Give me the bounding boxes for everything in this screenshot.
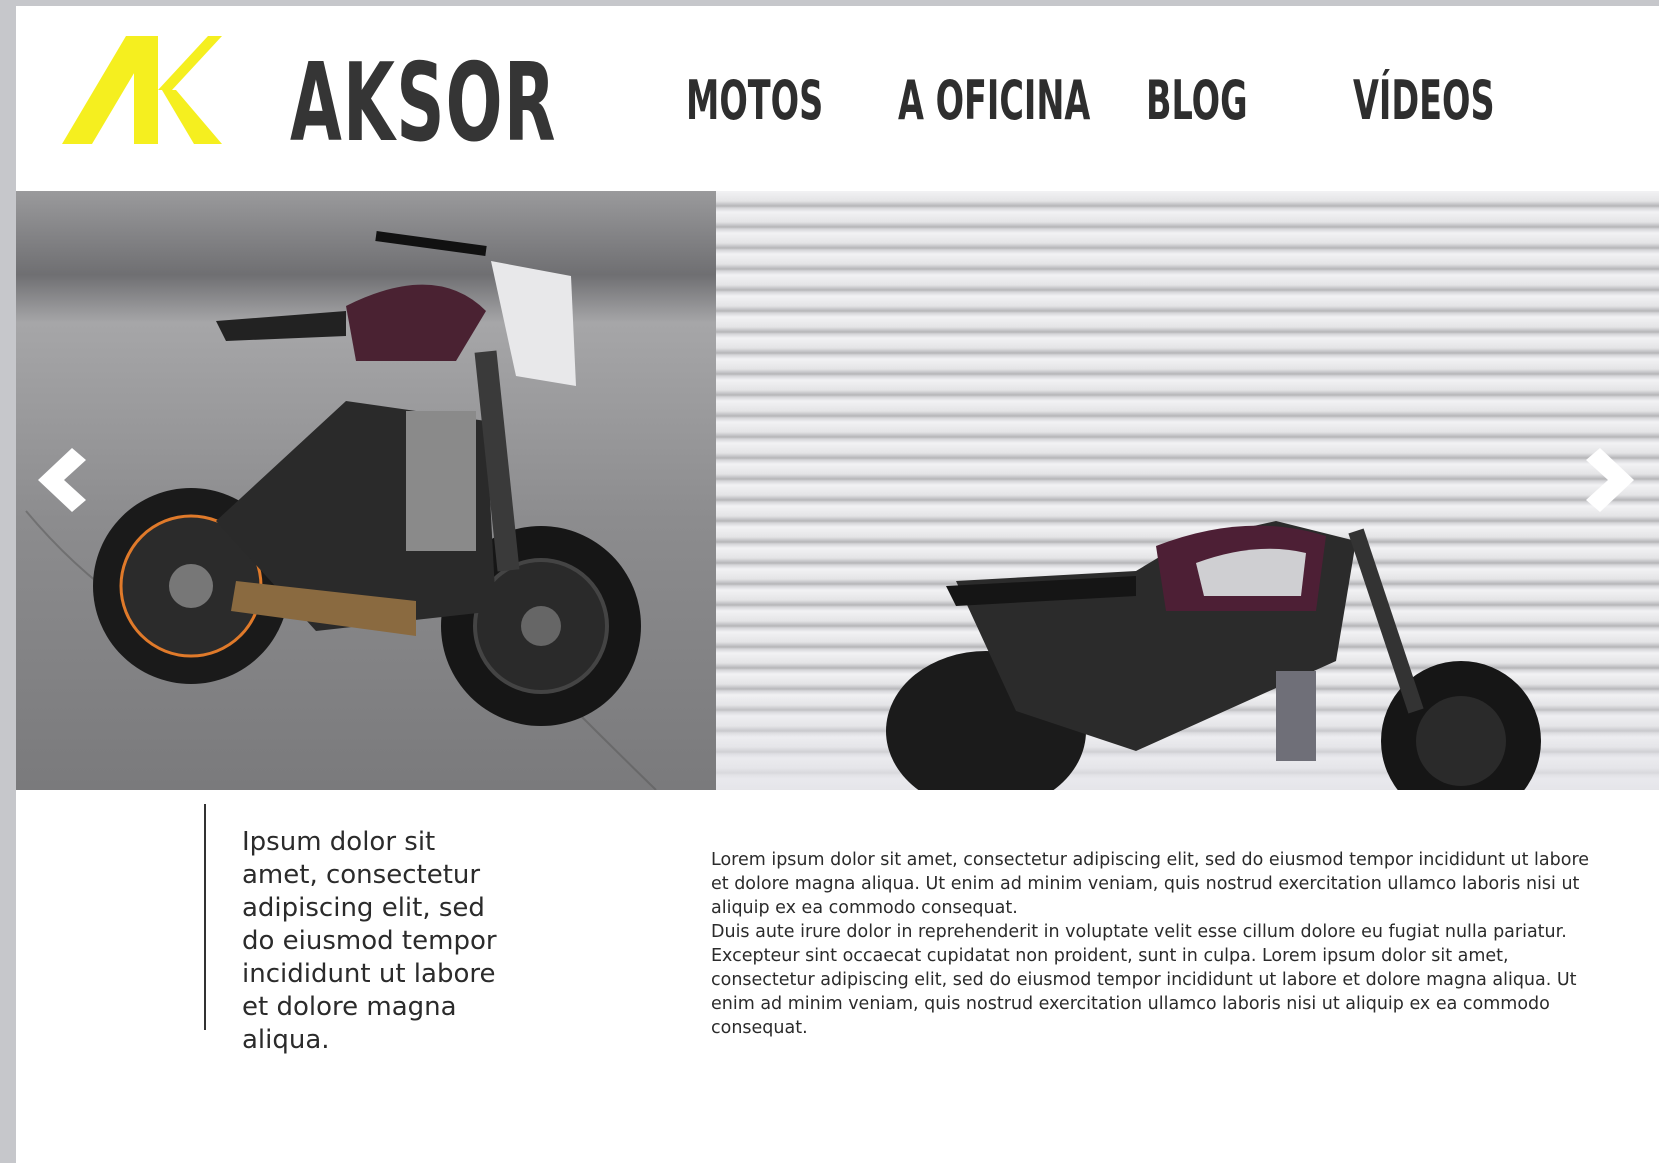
nav-item-videos[interactable]: VÍDEOS [1353, 68, 1495, 134]
motorcycle-by-shutter-door-photo [716, 191, 1659, 790]
hero-carousel [16, 191, 1659, 790]
carousel-prev-button[interactable] [38, 446, 88, 518]
quote-divider [204, 804, 206, 1030]
paragraph-1: Lorem ipsum dolor sit amet, consectetur … [711, 850, 1590, 918]
motorcycle-illustration-right [886, 521, 1541, 790]
page: AKSOR MOTOS A OFICINA BLOG VÍDEOS Ipsum … [16, 6, 1659, 1163]
nav-item-motos[interactable]: MOTOS [686, 68, 823, 134]
nav-item-a-oficina[interactable]: A OFICINA [898, 68, 1090, 134]
ak-logo-mark-icon [62, 36, 222, 144]
chevron-left-icon [38, 448, 86, 512]
motorcycle-illustration-left [25, 231, 657, 790]
pull-quote: Ipsum dolor sit amet, consectetur adipis… [242, 827, 497, 1055]
nav-item-blog[interactable]: BLOG [1146, 68, 1248, 134]
paragraph-2: Duis aute irure dolor in reprehenderit i… [711, 922, 1577, 1038]
motorcycle-on-asphalt-photo [16, 191, 716, 790]
brand-name: AKSOR [290, 41, 557, 166]
body-text: Lorem ipsum dolor sit amet, consectetur … [711, 848, 1591, 1040]
brand-logo[interactable]: AKSOR [62, 36, 555, 158]
